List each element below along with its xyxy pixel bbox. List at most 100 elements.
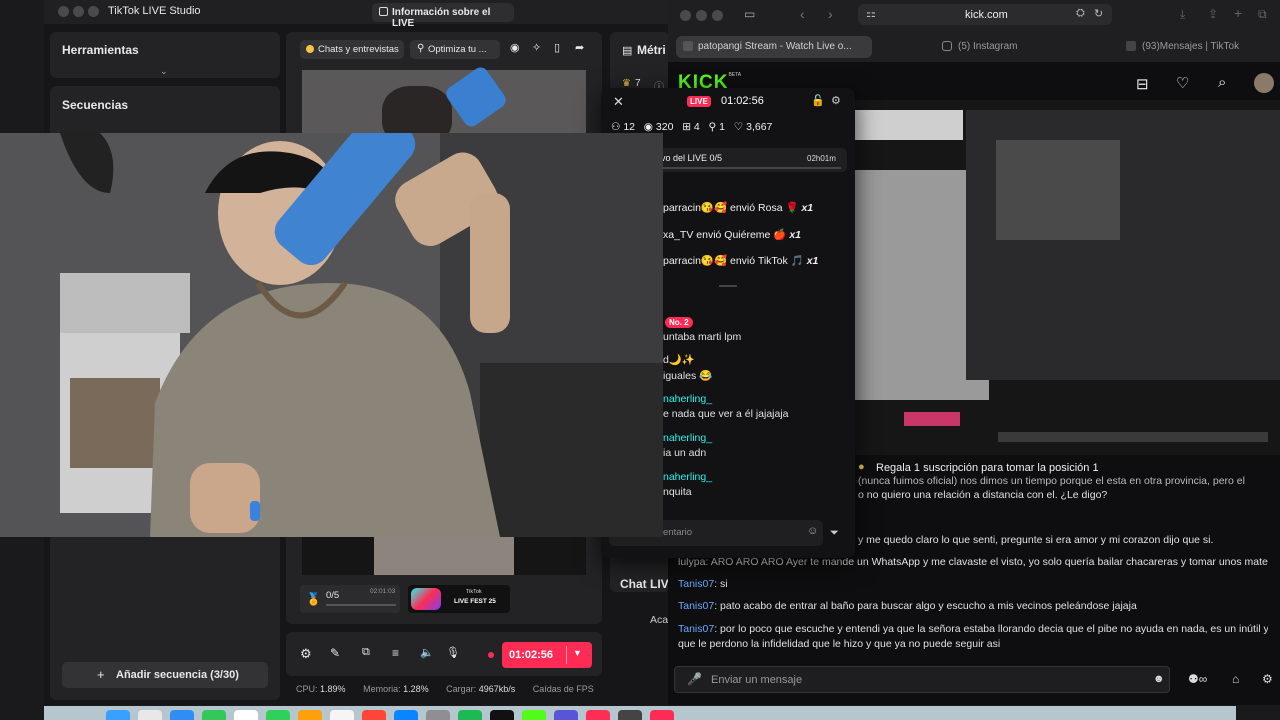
discord-icon[interactable] <box>554 710 578 720</box>
settings-icon[interactable]: ⚙ <box>300 646 312 662</box>
tab-chats[interactable]: Chats y entrevistas <box>300 40 404 59</box>
live-info-button[interactable]: Información sobre el LIVE <box>372 3 514 29</box>
filter-icon[interactable]: ⏷ <box>830 527 839 540</box>
chat-user[interactable]: Tanis07 <box>678 578 714 590</box>
photos-icon[interactable] <box>298 710 322 720</box>
comment: nquita <box>663 486 692 498</box>
zoom-dot[interactable] <box>88 6 99 17</box>
browser-close-dot[interactable] <box>680 10 691 21</box>
tab-tiktok-label: (93)Mensajes | TikTok <box>1142 41 1240 52</box>
chat-user[interactable]: Tanis07 <box>678 623 714 635</box>
tab-optimize[interactable]: ⚲ Optimiza tu ... <box>410 40 500 59</box>
share-icon[interactable]: ➦ <box>575 41 584 54</box>
tabs-overview-icon[interactable]: ⧉ <box>1258 7 1267 22</box>
tiktok-gift-icon: 🎵 <box>790 255 804 267</box>
sidebar-icon[interactable]: ▭ <box>744 7 755 21</box>
chat-line: que le perdono la infidelidad que le hiz… <box>678 637 1268 651</box>
mic-icon[interactable]: 🎤 <box>687 672 702 686</box>
launchpad-icon[interactable] <box>138 710 162 720</box>
fest-logo-icon <box>411 588 441 610</box>
chat-settings-icon[interactable]: ⚙ <box>1262 672 1273 686</box>
safari-icon[interactable] <box>170 710 194 720</box>
kick-app-icon[interactable] <box>522 710 546 720</box>
close-icon[interactable]: ✕ <box>613 94 624 110</box>
reminders-icon[interactable] <box>362 710 386 720</box>
browser-zoom-dot[interactable] <box>712 10 723 21</box>
points-icon[interactable]: ⚉∞ <box>1188 672 1207 686</box>
terminal-icon[interactable] <box>618 710 642 720</box>
drag-handle[interactable] <box>719 285 737 287</box>
browser-min-dot[interactable] <box>696 10 707 21</box>
comment-user[interactable]: naherling_ <box>663 432 712 444</box>
music-icon[interactable] <box>586 710 610 720</box>
appstore-icon[interactable] <box>394 710 418 720</box>
phone-icon[interactable]: ▯ <box>554 41 560 54</box>
shop-icon[interactable]: ⌂ <box>1232 672 1239 686</box>
messages-icon[interactable] <box>202 710 226 720</box>
goal-progress: 0/5 <box>326 590 340 601</box>
volume-icon[interactable]: 🔈 <box>420 646 434 659</box>
comment-placeholder: entario <box>663 527 693 538</box>
mic-icon[interactable]: 🎙 <box>446 646 460 659</box>
settings-app-icon[interactable] <box>426 710 450 720</box>
instagram-icon <box>942 41 952 51</box>
goal-card[interactable]: 🏅 0/5 02:01:03 <box>300 585 400 613</box>
close-dot[interactable] <box>58 6 69 17</box>
webcam-overlay[interactable] <box>0 133 663 537</box>
chevron-down-icon[interactable]: ⌄ <box>160 66 168 77</box>
search-icon[interactable]: ⌕ <box>1218 74 1226 91</box>
screen-icon[interactable]: ⧉ <box>362 646 370 659</box>
rose-icon: 🌹 <box>785 202 799 214</box>
finder-icon[interactable] <box>106 710 130 720</box>
tab-instagram[interactable]: (5) Instagram <box>936 36 1096 58</box>
live-fest-badge[interactable]: TikTok LIVE FEST 25 <box>408 585 510 613</box>
emoji-icon[interactable]: ☻ <box>1153 673 1165 685</box>
end-live-button[interactable]: 01:02:56 ▼ <box>502 642 592 668</box>
stream-input-bar <box>998 432 1268 442</box>
goal-time: 02:01:03 <box>370 588 396 595</box>
forward-icon[interactable]: › <box>828 6 833 22</box>
mail-icon[interactable] <box>234 710 258 720</box>
wand-icon[interactable]: ✎ <box>330 646 340 660</box>
record-icon[interactable]: ◉ <box>510 41 520 54</box>
chat-icon <box>306 45 314 53</box>
chat-line: (nunca fuimos oficial) nos dimos un tiem… <box>858 474 1278 488</box>
page-icon: ⚏ <box>866 8 876 20</box>
new-tab-icon[interactable]: + <box>1234 5 1242 21</box>
download-icon[interactable]: ⤓ <box>1180 7 1185 22</box>
add-sequence-button[interactable]: + Añadir secuencia (3/30) <box>62 662 268 688</box>
tiktok-studio-dock-icon[interactable] <box>650 710 674 720</box>
chat-line: Tanis07: por lo poco que escuche y enten… <box>678 623 1268 635</box>
tab-kick[interactable]: patopangi Stream - Watch Live o... <box>676 36 872 58</box>
message-input[interactable]: 🎤 Enviar un mensaje ☻ <box>674 666 1170 693</box>
tab-tiktok[interactable]: (93)Mensajes | TikTok <box>1120 36 1270 58</box>
address-bar[interactable]: ⚏ kick.com ⛭ ↻ <box>858 4 1112 25</box>
tiktok-app-icon[interactable] <box>490 710 514 720</box>
comment-user[interactable]: naherling_ <box>663 471 712 483</box>
inbox-icon[interactable]: ⊟ <box>1136 75 1149 93</box>
translate-icon[interactable]: ⛭ <box>1076 7 1085 20</box>
load-label: Cargar: <box>446 684 477 694</box>
minimize-dot[interactable] <box>73 6 84 17</box>
facetime-icon[interactable] <box>266 710 290 720</box>
popup-settings-icon[interactable]: ⚙ <box>831 94 841 107</box>
sliders-icon[interactable]: ≡ <box>392 646 399 660</box>
lock-icon[interactable]: 🔓 <box>811 94 825 107</box>
chat-text: por lo poco que escuche y entendi ya que… <box>720 623 1268 635</box>
emoji-icon[interactable]: ☺ <box>807 525 818 537</box>
chat-user[interactable]: Tanis07 <box>678 600 714 612</box>
heart-icon[interactable]: ♡ <box>1176 74 1189 92</box>
back-icon[interactable]: ‹ <box>800 6 805 22</box>
tools-panel: Herramientas ⌄ <box>50 32 280 78</box>
comment: d🌙✨ <box>663 353 695 366</box>
comment-user[interactable]: naherling_ <box>663 393 712 405</box>
avatar[interactable] <box>1254 73 1274 93</box>
sparkle-icon[interactable]: ✧ <box>532 41 541 54</box>
browser-share-icon[interactable]: ⇪ <box>1208 7 1218 21</box>
spotify-icon[interactable] <box>458 710 482 720</box>
viewers-count: 320 <box>655 121 674 133</box>
caret-down-icon[interactable]: ▼ <box>573 648 582 658</box>
reload-icon[interactable]: ↻ <box>1094 7 1103 20</box>
followers-count: 12 <box>623 121 636 133</box>
calendar-icon[interactable] <box>330 710 354 720</box>
